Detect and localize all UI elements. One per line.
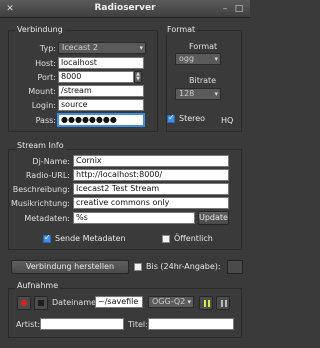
host-label: Host: bbox=[35, 59, 56, 68]
stop-icon bbox=[38, 300, 44, 306]
connect-button[interactable]: Verbindung herstellen bbox=[11, 260, 129, 274]
bis-input[interactable] bbox=[227, 260, 243, 274]
aufnahme-title: Aufnahme bbox=[15, 281, 61, 290]
djname-input[interactable]: Cornix bbox=[73, 155, 229, 167]
chevron-down-icon: ▾ bbox=[187, 298, 191, 306]
bis-label: Bis (24hr-Angabe): bbox=[146, 262, 221, 271]
artist-input[interactable] bbox=[40, 318, 124, 330]
typ-value: Icecast 2 bbox=[62, 43, 98, 52]
format-combo[interactable]: ogg ▾ bbox=[175, 53, 221, 65]
port-stepper[interactable]: ▲ ▼ bbox=[134, 71, 142, 83]
streaminfo-title: Stream Info bbox=[15, 141, 66, 150]
window-title: Radioserver bbox=[94, 3, 156, 13]
verbindung-title: Verbindung bbox=[15, 25, 65, 34]
djname-label: Dj-Name: bbox=[32, 157, 70, 166]
login-label: Login: bbox=[31, 101, 56, 110]
update-button[interactable]: Update bbox=[198, 211, 229, 225]
bitrate-combo[interactable]: 128 ▾ bbox=[175, 88, 221, 100]
oeffentlich-checkbox[interactable] bbox=[162, 235, 170, 243]
port-input[interactable]: 8000 bbox=[58, 71, 134, 83]
pause-button[interactable] bbox=[199, 296, 213, 310]
stereo-label: Stereo bbox=[179, 114, 206, 123]
codec-value: OGG-Q2 bbox=[152, 297, 186, 306]
typ-combo[interactable]: Icecast 2 ▾ bbox=[58, 42, 146, 54]
oeffentlich-label: Öffentlich bbox=[174, 234, 213, 243]
stereo-checkbox[interactable] bbox=[167, 113, 175, 123]
chevron-down-icon: ▾ bbox=[214, 55, 218, 63]
sende-metadaten-label: Sende Metadaten bbox=[55, 234, 126, 243]
bitrate-label: Bitrate bbox=[189, 76, 217, 85]
chevron-down-icon: ▾ bbox=[214, 90, 218, 98]
split-button[interactable] bbox=[216, 296, 230, 310]
artist-label: Artist: bbox=[16, 320, 41, 329]
radiourl-label: Radio-URL: bbox=[25, 171, 70, 180]
dateiname-input[interactable]: ~/savefile bbox=[95, 296, 143, 308]
split-icon bbox=[221, 300, 223, 307]
pause-icon bbox=[204, 300, 206, 307]
password-input[interactable]: ●●●●●●●● bbox=[57, 113, 145, 127]
port-label: Port: bbox=[37, 73, 56, 82]
title-bar: ✕ Radioserver – □ bbox=[0, 0, 250, 18]
typ-label: Typ: bbox=[39, 44, 56, 53]
split-icon-bar bbox=[225, 300, 227, 307]
mount-input[interactable]: /stream bbox=[58, 85, 144, 97]
format-label: Format bbox=[189, 42, 218, 51]
chevron-down-icon: ▾ bbox=[139, 44, 143, 52]
stop-button[interactable] bbox=[34, 296, 48, 310]
metadaten-label: Metadaten: bbox=[24, 214, 70, 223]
musikrichtung-label: Musikrichtung: bbox=[10, 199, 70, 208]
titel-input[interactable] bbox=[148, 318, 234, 330]
mount-label: Mount: bbox=[28, 87, 56, 96]
record-icon bbox=[21, 300, 27, 306]
maximize-icon[interactable]: □ bbox=[233, 3, 245, 15]
hq-label: HQ bbox=[221, 116, 234, 125]
minimize-icon[interactable]: – bbox=[219, 3, 231, 15]
host-input[interactable]: localhost bbox=[58, 57, 144, 69]
beschreibung-label: Beschreibung: bbox=[12, 185, 70, 194]
titel-label: Titel: bbox=[128, 320, 148, 329]
radiourl-input[interactable]: http://localhost:8000/ bbox=[73, 169, 229, 181]
bis-checkbox[interactable] bbox=[134, 263, 142, 271]
musikrichtung-input[interactable]: creative commons only bbox=[73, 197, 229, 209]
bitrate-value: 128 bbox=[179, 89, 195, 98]
beschreibung-input[interactable]: Icecast2 Test Stream bbox=[73, 183, 229, 195]
format-value: ogg bbox=[179, 54, 195, 63]
format-title: Format bbox=[165, 25, 198, 34]
pause-icon-bar bbox=[208, 300, 210, 307]
metadaten-input[interactable]: %s bbox=[73, 212, 195, 224]
sende-metadaten-checkbox[interactable] bbox=[43, 233, 51, 243]
codec-combo[interactable]: OGG-Q2 ▾ bbox=[148, 296, 194, 308]
record-button[interactable] bbox=[17, 296, 31, 310]
dateiname-label: Dateiname: bbox=[52, 298, 99, 307]
pass-label: Pass: bbox=[35, 116, 56, 125]
login-input[interactable]: source bbox=[58, 99, 144, 111]
